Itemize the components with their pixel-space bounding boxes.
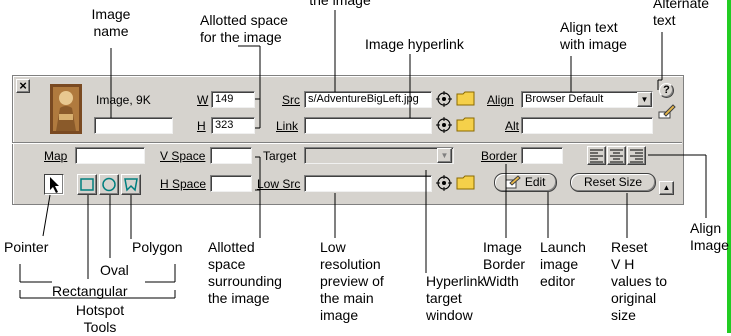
align-center-icon	[610, 149, 623, 163]
oval-tool[interactable]	[99, 174, 119, 195]
point-to-file-lowsrc-icon[interactable]	[436, 175, 452, 191]
rectangle-tool[interactable]	[77, 174, 97, 195]
vspace-label: V Space	[160, 149, 206, 163]
map-label: Map	[44, 149, 68, 163]
callout-align-text: Align text with image	[560, 19, 627, 52]
align-right-button[interactable]	[627, 146, 646, 165]
alt-field[interactable]	[521, 117, 653, 134]
callout-hotspot-tools: Hotspot Tools	[75, 302, 125, 335]
pointer-tool[interactable]	[44, 174, 64, 195]
green-edge	[727, 0, 731, 333]
callout-reset-vh: Reset V H values to original size	[611, 239, 668, 323]
callout-oval: Oval	[100, 262, 129, 278]
callout-low-res: Low resolution preview of the main image	[320, 239, 384, 323]
image-info: Image, 9K	[96, 93, 151, 107]
collapse-up-icon[interactable]: ▲	[659, 181, 674, 195]
point-to-file-icon[interactable]	[436, 91, 452, 107]
edit-label: Edit	[524, 175, 546, 189]
reset-size-button[interactable]: Reset Size	[570, 173, 656, 192]
callout-allotted-surrounding: Allotted space surrounding the image	[208, 239, 282, 306]
target-select[interactable]	[304, 147, 454, 164]
callout-pointer: Pointer	[4, 239, 49, 255]
panel-divider	[12, 142, 682, 144]
edit-button[interactable]: Edit	[494, 173, 557, 192]
point-to-file-link-icon[interactable]	[436, 117, 452, 133]
image-thumbnail	[50, 84, 82, 134]
edit-pencil-icon[interactable]	[658, 103, 676, 119]
rectangle-icon	[80, 178, 94, 191]
map-field[interactable]	[75, 147, 145, 164]
callout-src-partial: the image	[309, 0, 371, 8]
folder-lowsrc-icon[interactable]	[456, 174, 476, 191]
hspace-field[interactable]	[210, 175, 252, 192]
width-field[interactable]: 149	[211, 91, 255, 108]
edit-icon	[505, 175, 522, 189]
callout-allotted-space: Allotted space for the image	[200, 12, 288, 45]
link-field[interactable]	[304, 117, 432, 134]
polygon-icon	[124, 178, 138, 192]
folder-link-icon[interactable]	[456, 116, 476, 133]
hspace-label: H Space	[160, 177, 207, 191]
src-label: Src	[282, 93, 300, 107]
callout-rectangular: Rectangular	[52, 283, 128, 299]
align-center-button[interactable]	[607, 146, 626, 165]
polygon-tool[interactable]	[121, 174, 141, 195]
callout-hyperlink-target: Hyperlink target window	[426, 273, 485, 323]
alt-label: Alt	[505, 119, 520, 133]
help-icon[interactable]: ?	[659, 83, 674, 98]
target-chevron-down-icon[interactable]: ▼	[437, 148, 452, 163]
lowsrc-field[interactable]	[304, 175, 432, 192]
callout-launch-editor: Launch image editor	[540, 239, 586, 289]
border-field[interactable]	[521, 147, 563, 164]
callout-image-name: Image name	[91, 6, 131, 39]
h-label: H	[197, 119, 206, 133]
folder-icon[interactable]	[456, 90, 476, 107]
oval-icon	[102, 177, 116, 192]
align-left-button[interactable]	[587, 146, 606, 165]
lowsrc-label: Low Src	[257, 177, 301, 191]
callout-image-border: Image Border Width	[483, 239, 526, 289]
w-label: W	[197, 93, 209, 107]
height-field[interactable]: 323	[211, 117, 255, 134]
align-left-icon	[590, 149, 603, 163]
vspace-field[interactable]	[210, 147, 252, 164]
callout-alternate-text: Alternate text	[653, 0, 710, 28]
align-right-icon	[630, 149, 643, 163]
callout-image-hyperlink: Image hyperlink	[365, 36, 464, 52]
align-select[interactable]: Browser Default	[521, 91, 653, 108]
close-button[interactable]: ×	[16, 79, 30, 93]
pointer-icon	[50, 177, 59, 193]
callout-align-image: Align Image	[690, 220, 729, 253]
callout-polygon: Polygon	[132, 239, 183, 255]
target-label: Target	[263, 149, 297, 163]
align-label: Align	[487, 93, 514, 107]
border-label: Border	[481, 149, 518, 163]
src-field[interactable]: s/AdventureBigLeft.jpg	[304, 91, 432, 108]
image-name-field[interactable]	[94, 117, 173, 134]
chevron-down-icon[interactable]: ▼	[637, 92, 652, 107]
link-label: Link	[276, 119, 299, 133]
